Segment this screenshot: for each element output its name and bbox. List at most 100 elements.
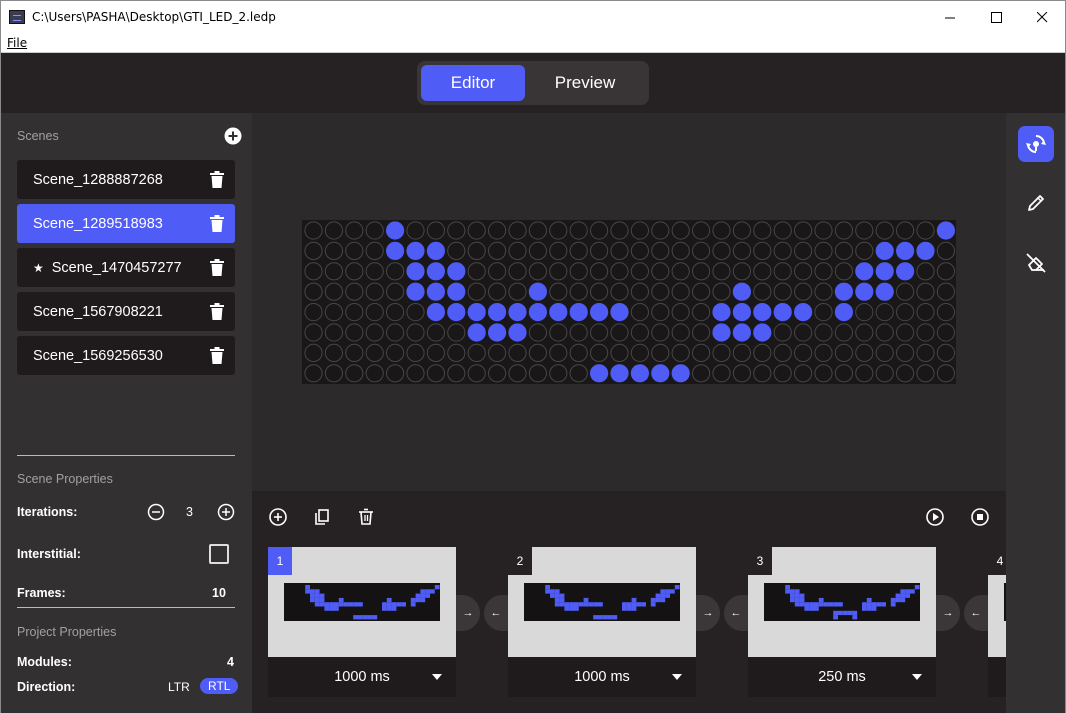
led-on[interactable]: [590, 303, 609, 322]
led-off[interactable]: [508, 241, 527, 260]
led-on[interactable]: [426, 282, 445, 301]
led-on[interactable]: [569, 303, 588, 322]
led-off[interactable]: [508, 221, 527, 240]
delete-scene-button[interactable]: [210, 171, 224, 188]
led-off[interactable]: [345, 262, 364, 281]
scene-item[interactable]: Scene_1289518983: [17, 204, 235, 243]
led-off[interactable]: [569, 282, 588, 301]
frame-duration-select[interactable]: 250 ms: [748, 657, 936, 697]
led-off[interactable]: [916, 343, 935, 362]
led-off[interactable]: [875, 364, 894, 383]
led-off[interactable]: [549, 241, 568, 260]
led-off[interactable]: [814, 364, 833, 383]
led-off[interactable]: [875, 323, 894, 342]
increment-iterations-icon[interactable]: [217, 503, 235, 521]
led-off[interactable]: [651, 241, 670, 260]
led-off[interactable]: [936, 282, 956, 301]
move-frame-left-button[interactable]: ←: [964, 595, 988, 631]
led-on[interactable]: [467, 323, 486, 342]
led-on[interactable]: [875, 282, 894, 301]
led-off[interactable]: [671, 282, 690, 301]
led-off[interactable]: [936, 343, 956, 362]
scene-item[interactable]: Scene_1288887268: [17, 160, 235, 199]
led-on[interactable]: [447, 303, 466, 322]
led-on[interactable]: [508, 323, 527, 342]
led-off[interactable]: [794, 262, 813, 281]
led-on[interactable]: [712, 303, 731, 322]
minimize-button[interactable]: [927, 1, 973, 33]
led-off[interactable]: [794, 323, 813, 342]
led-off[interactable]: [936, 262, 956, 281]
frame-card[interactable]: 2 1000 ms: [508, 547, 696, 697]
led-off[interactable]: [447, 221, 466, 240]
led-off[interactable]: [630, 303, 649, 322]
led-off[interactable]: [569, 221, 588, 240]
move-frame-right-button[interactable]: →: [456, 595, 480, 631]
led-off[interactable]: [590, 282, 609, 301]
led-on[interactable]: [528, 282, 547, 301]
led-off[interactable]: [610, 221, 629, 240]
led-off[interactable]: [365, 323, 384, 342]
led-off[interactable]: [304, 262, 323, 281]
led-off[interactable]: [671, 343, 690, 362]
led-off[interactable]: [794, 221, 813, 240]
led-on[interactable]: [610, 364, 629, 383]
led-off[interactable]: [508, 364, 527, 383]
frame-preview[interactable]: 3: [748, 547, 936, 657]
led-off[interactable]: [875, 221, 894, 240]
frame-preview[interactable]: 1: [268, 547, 456, 657]
led-off[interactable]: [692, 343, 711, 362]
led-off[interactable]: [447, 364, 466, 383]
led-on[interactable]: [936, 221, 956, 240]
menu-file[interactable]: File: [7, 36, 27, 50]
led-off[interactable]: [732, 221, 751, 240]
frame-card[interactable]: 3 250 ms: [748, 547, 936, 697]
led-off[interactable]: [773, 282, 792, 301]
stop-icon[interactable]: [970, 507, 990, 527]
scene-item[interactable]: Scene_1569256530: [17, 336, 235, 375]
led-on[interactable]: [426, 262, 445, 281]
led-on[interactable]: [794, 303, 813, 322]
led-off[interactable]: [406, 343, 425, 362]
scene-item[interactable]: ★ Scene_1470457277: [17, 248, 235, 287]
led-off[interactable]: [855, 343, 874, 362]
led-off[interactable]: [855, 364, 874, 383]
led-off[interactable]: [651, 323, 670, 342]
led-off[interactable]: [773, 241, 792, 260]
led-off[interactable]: [386, 303, 405, 322]
led-on[interactable]: [896, 262, 915, 281]
led-on[interactable]: [651, 364, 670, 383]
led-on[interactable]: [753, 323, 772, 342]
led-off[interactable]: [590, 221, 609, 240]
led-on[interactable]: [753, 303, 772, 322]
add-frame-icon[interactable]: [268, 507, 288, 527]
led-on[interactable]: [528, 303, 547, 322]
led-off[interactable]: [549, 221, 568, 240]
led-off[interactable]: [671, 262, 690, 281]
select-tool-button[interactable]: [1018, 126, 1054, 162]
led-off[interactable]: [814, 262, 833, 281]
led-off[interactable]: [549, 323, 568, 342]
led-off[interactable]: [549, 262, 568, 281]
led-off[interactable]: [467, 262, 486, 281]
delete-scene-button[interactable]: [210, 303, 224, 320]
led-on[interactable]: [671, 364, 690, 383]
led-off[interactable]: [692, 262, 711, 281]
frame-card[interactable]: 1 1000 ms: [268, 547, 456, 697]
led-off[interactable]: [916, 282, 935, 301]
led-off[interactable]: [773, 364, 792, 383]
frame-preview[interactable]: 4: [988, 547, 1006, 657]
led-on[interactable]: [896, 241, 915, 260]
led-off[interactable]: [692, 323, 711, 342]
led-off[interactable]: [488, 241, 507, 260]
led-off[interactable]: [467, 282, 486, 301]
led-off[interactable]: [916, 323, 935, 342]
led-off[interactable]: [651, 303, 670, 322]
led-off[interactable]: [488, 262, 507, 281]
led-off[interactable]: [671, 323, 690, 342]
led-off[interactable]: [345, 221, 364, 240]
led-off[interactable]: [345, 364, 364, 383]
led-off[interactable]: [712, 282, 731, 301]
maximize-button[interactable]: [973, 1, 1019, 33]
move-frame-left-button[interactable]: ←: [724, 595, 748, 631]
